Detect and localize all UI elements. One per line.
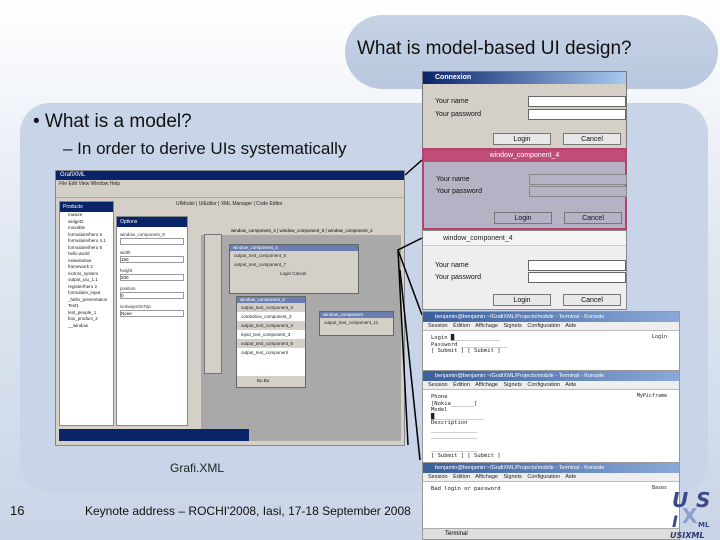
terminal-content: Login █______________ Password _________… (431, 335, 508, 354)
terminal-titlebar: benjamin@benjamin:~/GrafiXML/Projects/mo… (423, 312, 679, 322)
usixml-logo: U S X I ML USIXML (670, 488, 710, 540)
cancel-button[interactable]: Cancel (564, 212, 622, 224)
terminal-content: Bad login or password (431, 486, 501, 492)
terminal-titlebar: benjamin@benjamin:~/GrafiXML/Projects/mo… (423, 463, 679, 473)
password-label: Your password (435, 274, 482, 281)
dialog-titlebar: window_component_4 (423, 231, 626, 246)
dialog-titlebar: window_component_4 (424, 150, 625, 162)
footer-text: Keynote address – ROCHI'2008, Iasi, 17-1… (85, 504, 411, 518)
terminal-screen-title: Login (651, 334, 667, 340)
terminal-screen-title: Bases (651, 485, 667, 491)
password-input[interactable] (528, 272, 626, 283)
terminal-menu[interactable]: Session Édition Affichage Signets Config… (423, 381, 679, 390)
page-number: 16 (10, 503, 25, 518)
password-label: Your password (436, 188, 483, 195)
password-input[interactable] (529, 186, 627, 197)
terminal-menu[interactable]: Session Édition Affichage Signets Config… (423, 473, 679, 482)
name-label: Your name (435, 98, 469, 105)
svg-text:X: X (682, 504, 698, 528)
connexion-dialog-kde: window_component_4 Your name Your passwo… (422, 148, 627, 230)
terminal-titlebar: benjamin@benjamin:~/GrafiXML/Projects/mo… (423, 371, 679, 381)
password-input[interactable] (528, 109, 626, 120)
connector-line (404, 159, 423, 176)
connector-line (399, 269, 421, 461)
cancel-button[interactable]: Cancel (563, 133, 621, 145)
connector-line (397, 237, 423, 446)
terminal-error: benjamin@benjamin:~/GrafiXML/Projects/mo… (422, 462, 680, 540)
name-label: Your name (435, 262, 469, 269)
terminal-content: Phone [Nokia_______] Model █____________… (431, 394, 501, 459)
name-input[interactable] (529, 174, 627, 185)
terminal-form: benjamin@benjamin:~/GrafiXML/Projects/mo… (422, 370, 680, 463)
dialog-titlebar: Connexion (423, 72, 626, 84)
svg-text:USIXML: USIXML (670, 531, 704, 540)
login-button[interactable]: Login (493, 133, 551, 145)
svg-text:S: S (696, 488, 710, 512)
connexion-dialog-windows: Connexion Your name Your password Login … (422, 71, 627, 149)
svg-text:ML: ML (698, 521, 710, 529)
terminal-menu[interactable]: Session Édition Affichage Signets Config… (423, 322, 679, 331)
cancel-button[interactable]: Cancel (563, 294, 621, 306)
svg-text:I: I (672, 512, 678, 531)
terminal-tab[interactable]: Terminal (423, 528, 679, 539)
login-button[interactable]: Login (493, 294, 551, 306)
login-button[interactable]: Login (494, 212, 552, 224)
name-label: Your name (436, 176, 470, 183)
name-input[interactable] (528, 96, 626, 107)
password-label: Your password (435, 111, 482, 118)
terminal-login: benjamin@benjamin:~/GrafiXML/Projects/mo… (422, 311, 680, 371)
connexion-dialog-java: window_component_4 Your name Your passwo… (422, 230, 627, 310)
name-input[interactable] (528, 260, 626, 271)
terminal-screen-title: MyPicframe (636, 393, 667, 399)
